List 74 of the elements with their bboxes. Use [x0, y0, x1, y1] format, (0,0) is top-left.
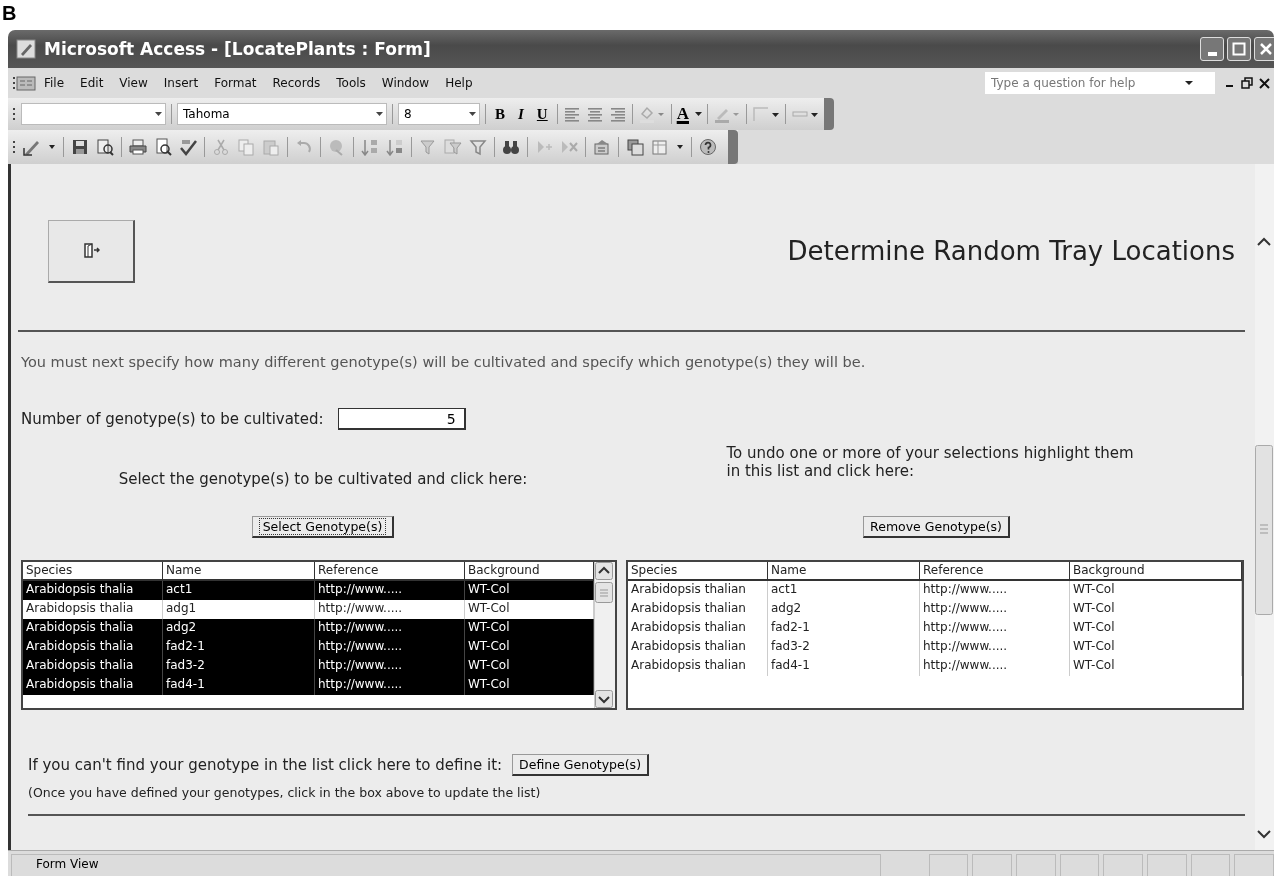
- table-cell: http://www.....: [315, 581, 465, 600]
- table-cell: adg2: [768, 600, 920, 619]
- table-cell: WT-Col: [1070, 638, 1242, 657]
- table-cell: act1: [768, 581, 920, 600]
- table-cell: Arabidopsis thalian: [628, 581, 768, 600]
- form-heading: Determine Random Tray Locations: [787, 236, 1235, 266]
- table-cell: WT-Col: [1070, 581, 1242, 600]
- window-title: Microsoft Access - [LocatePlants : Form]: [44, 39, 432, 59]
- menu-item[interactable]: Edit: [72, 74, 112, 92]
- select-genotype-button[interactable]: Select Genotype(s): [251, 516, 395, 538]
- column-header[interactable]: Name: [768, 562, 920, 581]
- menu-item[interactable]: Records: [264, 74, 329, 92]
- font-combo[interactable]: Tahoma: [177, 103, 387, 125]
- table-cell: WT-Col: [465, 619, 594, 638]
- table-cell: act1: [163, 581, 315, 600]
- underline-button[interactable]: U: [532, 105, 552, 123]
- note-text: (Once you have defined your genotypes, click in the box above to update the list): [28, 785, 1245, 816]
- help-field[interactable]: Type a question for help: [985, 72, 1215, 94]
- table-cell: fad4-1: [163, 676, 315, 695]
- table-cell: Arabidopsis thalian: [628, 600, 768, 619]
- table-cell: Arabidopsis thalian: [628, 619, 768, 638]
- table-cell: fad4-1: [768, 657, 920, 676]
- table-cell: WT-Col: [1070, 657, 1242, 676]
- table-cell: http://www.....: [920, 638, 1070, 657]
- instruction-text: You must next specify how many different genotype(s) will be cultivated and specify which genotype(s) they will be.: [21, 354, 867, 370]
- menu-item[interactable]: Window: [373, 74, 438, 92]
- table-cell: WT-Col: [1070, 600, 1242, 619]
- table-cell: WT-Col: [465, 657, 594, 676]
- table-cell: adg2: [163, 619, 315, 638]
- font-color-button[interactable]: A: [676, 104, 702, 124]
- table-cell: http://www.....: [315, 619, 465, 638]
- figure-label: B: [2, 2, 17, 24]
- table-cell: fad3-2: [768, 638, 920, 657]
- menu-item[interactable]: File: [36, 74, 73, 92]
- table-cell: http://www.....: [920, 600, 1070, 619]
- table-cell: Arabidopsis thalian: [628, 657, 768, 676]
- table-cell: fad2-1: [768, 619, 920, 638]
- table-cell: WT-Col: [465, 581, 594, 600]
- menu-item[interactable]: Format: [206, 74, 265, 92]
- select-hint-text: Select the genotype(s) to be cultivated and click here:: [118, 469, 528, 488]
- table-cell: http://www.....: [315, 676, 465, 695]
- bold-button[interactable]: B: [491, 105, 509, 123]
- font-size-combo[interactable]: 8: [398, 103, 480, 125]
- menu-item[interactable]: Tools: [328, 74, 374, 92]
- genotype-count-field[interactable]: 5: [337, 408, 466, 430]
- define-prompt-text: If you can't find your genotype in the list click here to define it:: [28, 756, 503, 774]
- table-cell: Arabidopsis thalia: [23, 657, 163, 676]
- remove-hint-text: To undo one or more of your selections highlight them in this list and click here:: [726, 444, 1135, 482]
- table-cell: fad2-1: [163, 638, 315, 657]
- table-cell: http://www.....: [920, 619, 1070, 638]
- table-cell: http://www.....: [920, 581, 1070, 600]
- table-cell: Arabidopsis thalia: [23, 619, 163, 638]
- italic-button[interactable]: I: [514, 105, 528, 123]
- table-cell: WT-Col: [465, 638, 594, 657]
- menu-item[interactable]: Help: [437, 74, 481, 92]
- table-cell: Arabidopsis thalian: [628, 638, 768, 657]
- table-cell: fad3-2: [163, 657, 315, 676]
- table-cell: Arabidopsis thalia: [23, 676, 163, 695]
- table-cell: http://www.....: [315, 657, 465, 676]
- table-cell: WT-Col: [465, 676, 594, 695]
- define-genotype-button[interactable]: Define Genotype(s): [512, 754, 649, 776]
- status-text: Form View: [11, 854, 881, 876]
- table-cell: WT-Col: [1070, 619, 1242, 638]
- table-cell: http://www.....: [315, 638, 465, 657]
- menu-item[interactable]: Insert: [155, 74, 207, 92]
- column-header[interactable]: Species: [628, 562, 768, 581]
- table-cell: http://www.....: [920, 657, 1070, 676]
- menu-item[interactable]: View: [111, 74, 156, 92]
- column-header[interactable]: Reference: [920, 562, 1070, 581]
- table-cell: Arabidopsis thalia: [23, 638, 163, 657]
- table-cell: Arabidopsis thalia: [23, 581, 163, 600]
- column-header[interactable]: Background: [1070, 562, 1242, 581]
- field-label: Number of genotype(s) to be cultivated:: [21, 410, 324, 428]
- remove-genotype-button[interactable]: Remove Genotype(s): [863, 516, 1010, 538]
